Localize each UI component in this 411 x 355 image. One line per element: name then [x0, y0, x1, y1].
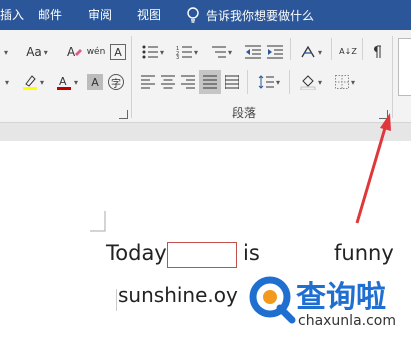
watermark-logo: [245, 273, 297, 325]
watermark-domain: chaxunla.com: [298, 313, 396, 329]
watermark-brand: 查询啦: [296, 280, 386, 315]
